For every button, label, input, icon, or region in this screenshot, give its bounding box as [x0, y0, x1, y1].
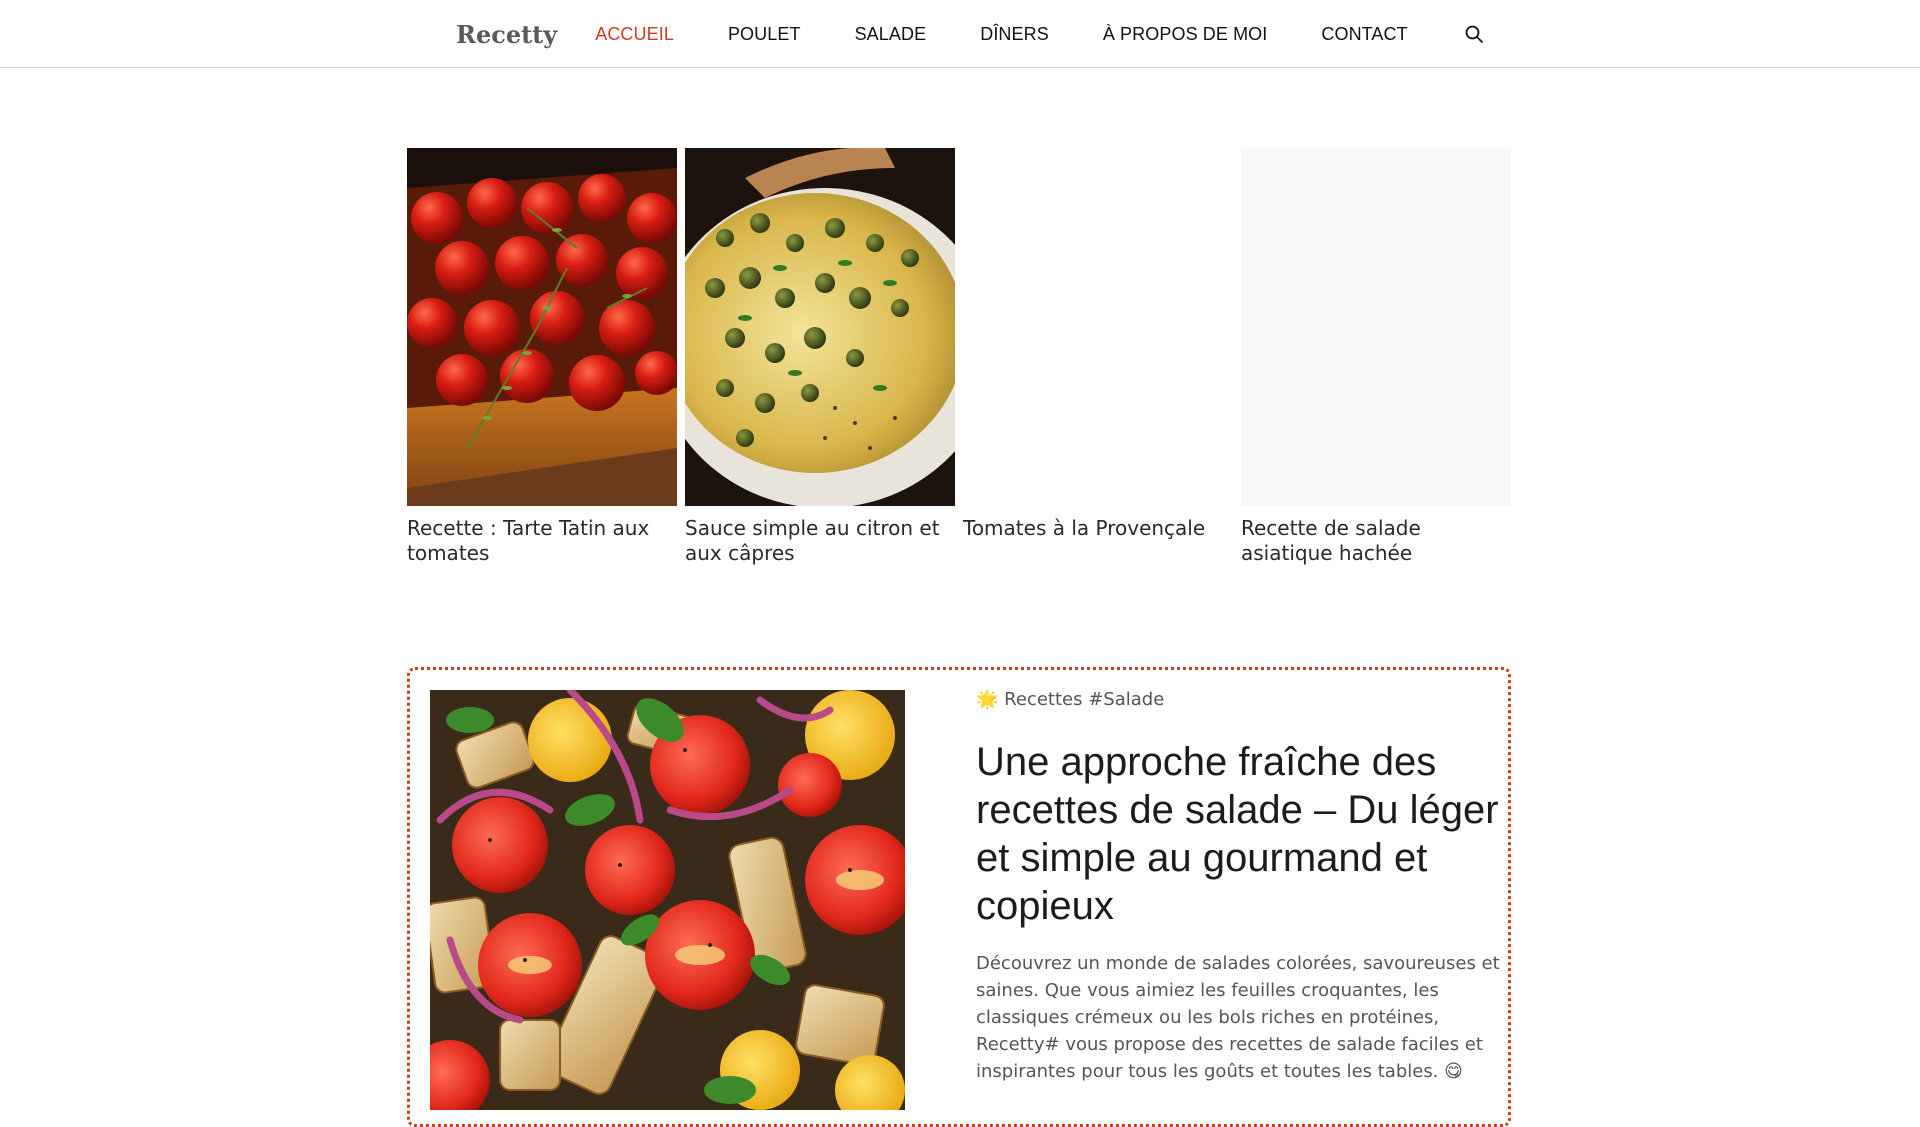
featured-title[interactable]: Une approche fraîche des recettes de sal…	[976, 738, 1506, 930]
lemon-caper-sauce-photo	[685, 148, 955, 506]
recipe-card: Recette : Tarte Tatin aux tomates	[407, 148, 677, 566]
site-header: Recetty ACCUEIL POULET SALADE DÎNERS À P…	[0, 0, 1920, 68]
featured-body: 🌟 Recettes #Salade Une approche fraîche …	[976, 688, 1506, 1085]
recipe-card-title[interactable]: Sauce simple au citron et aux câpres	[685, 516, 955, 566]
search-icon	[1465, 25, 1483, 43]
nav-item-a-propos[interactable]: À PROPOS DE MOI	[1103, 24, 1268, 45]
recipe-cards: Recette : Tarte Tatin aux tomates Sauce …	[407, 148, 1511, 578]
star-emoji-icon: 🌟	[976, 689, 999, 710]
site-logo[interactable]: Recetty	[456, 20, 557, 49]
recipe-card-title[interactable]: Recette : Tarte Tatin aux tomates	[407, 516, 677, 566]
recipe-card-title[interactable]: Tomates à la Provençale	[963, 516, 1233, 541]
panzanella-salad-photo	[430, 690, 905, 1110]
search-button[interactable]	[1462, 22, 1486, 46]
nav-item-contact[interactable]: CONTACT	[1321, 24, 1407, 45]
featured-image[interactable]	[430, 690, 905, 1110]
category-link-salade[interactable]: #Salade	[1088, 689, 1164, 710]
nav-item-poulet[interactable]: POULET	[728, 24, 801, 45]
nav-item-accueil[interactable]: ACCUEIL	[595, 24, 674, 45]
featured-categories: 🌟 Recettes #Salade	[976, 688, 1506, 712]
featured-excerpt: Découvrez un monde de salades colorées, …	[976, 953, 1500, 1082]
main-nav: ACCUEIL POULET SALADE DÎNERS À PROPOS DE…	[595, 22, 1486, 46]
recipe-card-image[interactable]	[1241, 148, 1511, 506]
featured-post: 🌟 Recettes #Salade Une approche fraîche …	[407, 667, 1511, 1127]
category-link-recettes[interactable]: Recettes	[1004, 689, 1082, 710]
recipe-card: Sauce simple au citron et aux câpres	[685, 148, 955, 566]
recipe-card: Tomates à la Provençale	[963, 148, 1233, 541]
header-inner: Recetty ACCUEIL POULET SALADE DÎNERS À P…	[456, 0, 1486, 68]
nav-item-salade[interactable]: SALADE	[855, 24, 927, 45]
recipe-card-title[interactable]: Recette de salade asiatique hachée	[1241, 516, 1511, 566]
nav-item-diners[interactable]: DÎNERS	[980, 24, 1049, 45]
recipe-card-image[interactable]	[685, 148, 955, 506]
recipe-card: Recette de salade asiatique hachée	[1241, 148, 1511, 566]
tomato-tarte-tatin-photo	[407, 148, 677, 506]
recipe-card-image[interactable]	[407, 148, 677, 506]
recipe-card-image[interactable]	[963, 148, 1233, 506]
